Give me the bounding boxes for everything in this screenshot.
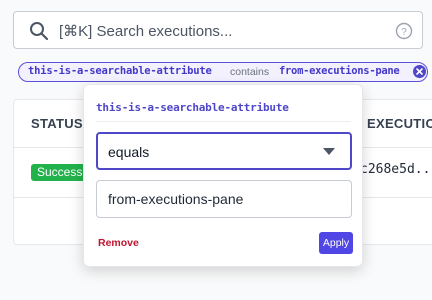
operator-selected-value: equals [108,144,150,160]
filter-chip-value: from-executions-pane [279,65,400,77]
search-icon [30,22,49,41]
close-icon [416,68,423,75]
chevron-down-icon [323,148,335,155]
search-bar[interactable]: [⌘K] Search executions... ? [13,11,423,49]
svg-text:?: ? [401,27,407,38]
search-input[interactable]: [⌘K] Search executions... [59,22,232,40]
operator-select[interactable]: equals [96,132,352,170]
filter-chip[interactable]: this-is-a-searchable-attribute contains … [18,62,428,82]
filter-chip-attribute: this-is-a-searchable-attribute [28,65,212,77]
execution-id[interactable]: c268e5d.. [360,162,430,177]
filter-edit-popover: this-is-a-searchable-attribute equals Re… [83,84,363,267]
popover-title: this-is-a-searchable-attribute [96,101,289,114]
column-header-status[interactable]: STATUS [31,116,83,131]
search-shortcut: [⌘K] [59,23,93,40]
filter-chip-operator: contains [230,66,270,78]
apply-button[interactable]: Apply [319,232,353,254]
column-header-execution-id[interactable]: EXECUTION I [367,116,432,131]
search-placeholder: Search executions... [96,23,233,40]
filter-chip-remove-button[interactable] [413,65,426,78]
status-badge: Success [31,164,89,181]
remove-button[interactable]: Remove [98,237,139,249]
divider [96,121,351,122]
help-icon[interactable]: ? [394,21,414,41]
executions-page: [⌘K] Search executions... ? this-is-a-se… [0,0,432,300]
value-input[interactable] [96,180,352,218]
